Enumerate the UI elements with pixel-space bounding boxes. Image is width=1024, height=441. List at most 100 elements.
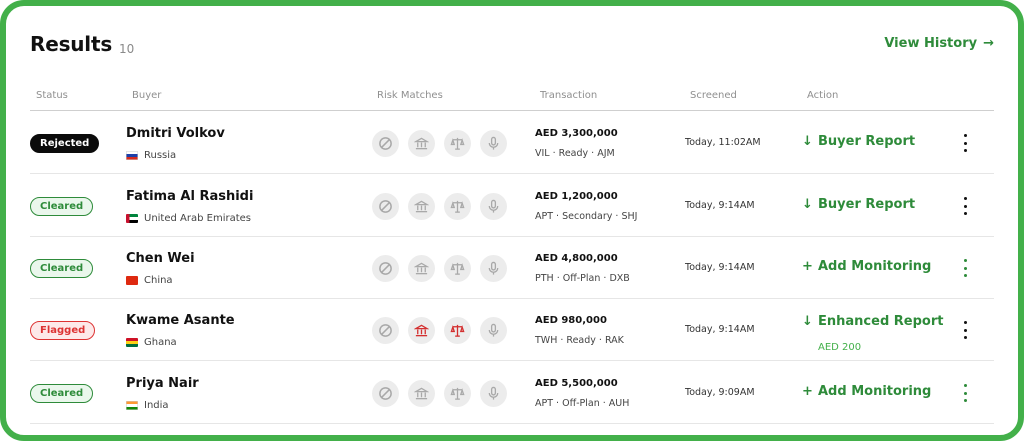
action-label: Buyer Report: [818, 134, 916, 149]
sanctions-icon[interactable]: [372, 193, 399, 220]
action-label: Add Monitoring: [818, 259, 932, 274]
sanctions-icon[interactable]: [372, 380, 399, 407]
column-header-buyer: Buyer: [132, 90, 162, 101]
row-divider: [30, 173, 994, 174]
view-history-label: View History: [884, 36, 978, 51]
view-history-link[interactable]: View History →: [884, 36, 994, 51]
action-icon: ↓: [802, 134, 813, 149]
country-name: China: [144, 275, 173, 286]
risk-matches: [372, 317, 507, 344]
header-divider: [30, 110, 994, 111]
risk-matches: [372, 380, 507, 407]
buyer-name[interactable]: Kwame Asante: [126, 313, 235, 328]
column-header-status: Status: [36, 90, 68, 101]
row-action-button[interactable]: + Add Monitoring: [802, 384, 931, 399]
buyer-country: Russia: [126, 150, 176, 161]
column-header-screened: Screened: [690, 90, 737, 101]
table-row: Cleared Chen Wei China AED 4,800,000 PTH…: [30, 237, 994, 299]
pep-bank-icon[interactable]: [408, 380, 435, 407]
screened-time: Today, 9:09AM: [685, 387, 755, 398]
screened-time: Today, 11:02AM: [685, 137, 761, 148]
more-options-icon[interactable]: [960, 384, 970, 402]
adverse-media-microphone-icon[interactable]: [480, 193, 507, 220]
transaction-detail: APT · Off-Plan · AUH: [535, 398, 630, 409]
more-options-icon[interactable]: [960, 197, 970, 215]
screened-time: Today, 9:14AM: [685, 200, 755, 211]
results-header: Results 10 View History →: [30, 32, 994, 68]
country-flag-icon: [126, 151, 138, 160]
table-row: Cleared Fatima Al Rashidi United Arab Em…: [30, 175, 994, 237]
country-name: Ghana: [144, 337, 177, 348]
sanctions-icon[interactable]: [372, 317, 399, 344]
action-icon: +: [802, 384, 813, 399]
transaction-amount: AED 980,000: [535, 315, 607, 326]
pep-bank-icon[interactable]: [408, 317, 435, 344]
buyer-name[interactable]: Chen Wei: [126, 251, 195, 266]
table-row: Cleared Priya Nair India AED 5,500,000 A…: [30, 362, 994, 424]
risk-matches: [372, 193, 507, 220]
transaction-amount: AED 4,800,000: [535, 253, 618, 264]
legal-scale-icon[interactable]: [444, 317, 471, 344]
pep-bank-icon[interactable]: [408, 255, 435, 282]
adverse-media-microphone-icon[interactable]: [480, 255, 507, 282]
row-divider: [30, 360, 994, 361]
status-badge: Rejected: [30, 134, 100, 153]
country-flag-icon: [126, 338, 138, 347]
table-row: Rejected Dmitri Volkov Russia AED 3,300,…: [30, 112, 994, 174]
adverse-media-microphone-icon[interactable]: [480, 130, 507, 157]
pep-bank-icon[interactable]: [408, 193, 435, 220]
legal-scale-icon[interactable]: [444, 193, 471, 220]
row-action-button[interactable]: + Add Monitoring: [802, 259, 931, 274]
action-icon: ↓: [802, 314, 813, 329]
country-name: India: [144, 400, 169, 411]
transaction-detail: TWH · Ready · RAK: [535, 335, 624, 346]
page-title: Results: [30, 32, 113, 56]
adverse-media-microphone-icon[interactable]: [480, 317, 507, 344]
table-row: Flagged Kwame Asante Ghana AED 980,000 T…: [30, 299, 994, 361]
action-label: Add Monitoring: [818, 384, 932, 399]
country-name: Russia: [144, 150, 177, 161]
arrow-right-icon: →: [983, 36, 994, 51]
column-header-transaction: Transaction: [540, 90, 598, 101]
transaction-amount: AED 3,300,000: [535, 128, 618, 139]
adverse-media-microphone-icon[interactable]: [480, 380, 507, 407]
buyer-name[interactable]: Fatima Al Rashidi: [126, 189, 253, 204]
pep-bank-icon[interactable]: [408, 130, 435, 157]
buyer-country: Ghana: [126, 337, 177, 348]
action-price: AED 200: [818, 342, 862, 353]
risk-matches: [372, 130, 507, 157]
action-icon: ↓: [802, 197, 813, 212]
legal-scale-icon[interactable]: [444, 255, 471, 282]
buyer-name[interactable]: Dmitri Volkov: [126, 126, 225, 141]
more-options-icon[interactable]: [960, 321, 970, 339]
more-options-icon[interactable]: [960, 259, 970, 277]
transaction-amount: AED 5,500,000: [535, 378, 618, 389]
sanctions-icon[interactable]: [372, 130, 399, 157]
country-name: United Arab Emirates: [144, 213, 252, 224]
legal-scale-icon[interactable]: [444, 380, 471, 407]
column-header-risk-matches: Risk Matches: [377, 90, 443, 101]
action-label: Buyer Report: [818, 197, 916, 212]
column-header-action: Action: [807, 90, 839, 101]
row-action-button[interactable]: ↓ Enhanced Report: [802, 314, 943, 329]
action-icon: +: [802, 259, 813, 274]
legal-scale-icon[interactable]: [444, 130, 471, 157]
status-badge: Flagged: [30, 321, 96, 340]
transaction-amount: AED 1,200,000: [535, 191, 618, 202]
row-action-button[interactable]: ↓ Buyer Report: [802, 134, 915, 149]
risk-matches: [372, 255, 507, 282]
country-flag-icon: [126, 214, 138, 223]
buyer-country: China: [126, 275, 173, 286]
sanctions-icon[interactable]: [372, 255, 399, 282]
buyer-country: India: [126, 400, 169, 411]
more-options-icon[interactable]: [960, 134, 970, 152]
screened-time: Today, 9:14AM: [685, 324, 755, 335]
country-flag-icon: [126, 276, 138, 285]
status-badge: Cleared: [30, 197, 94, 216]
row-action-button[interactable]: ↓ Buyer Report: [802, 197, 915, 212]
buyer-name[interactable]: Priya Nair: [126, 376, 199, 391]
transaction-detail: PTH · Off-Plan · DXB: [535, 273, 630, 284]
action-label: Enhanced Report: [818, 314, 944, 329]
transaction-detail: VIL · Ready · AJM: [535, 148, 615, 159]
transaction-detail: APT · Secondary · SHJ: [535, 211, 638, 222]
